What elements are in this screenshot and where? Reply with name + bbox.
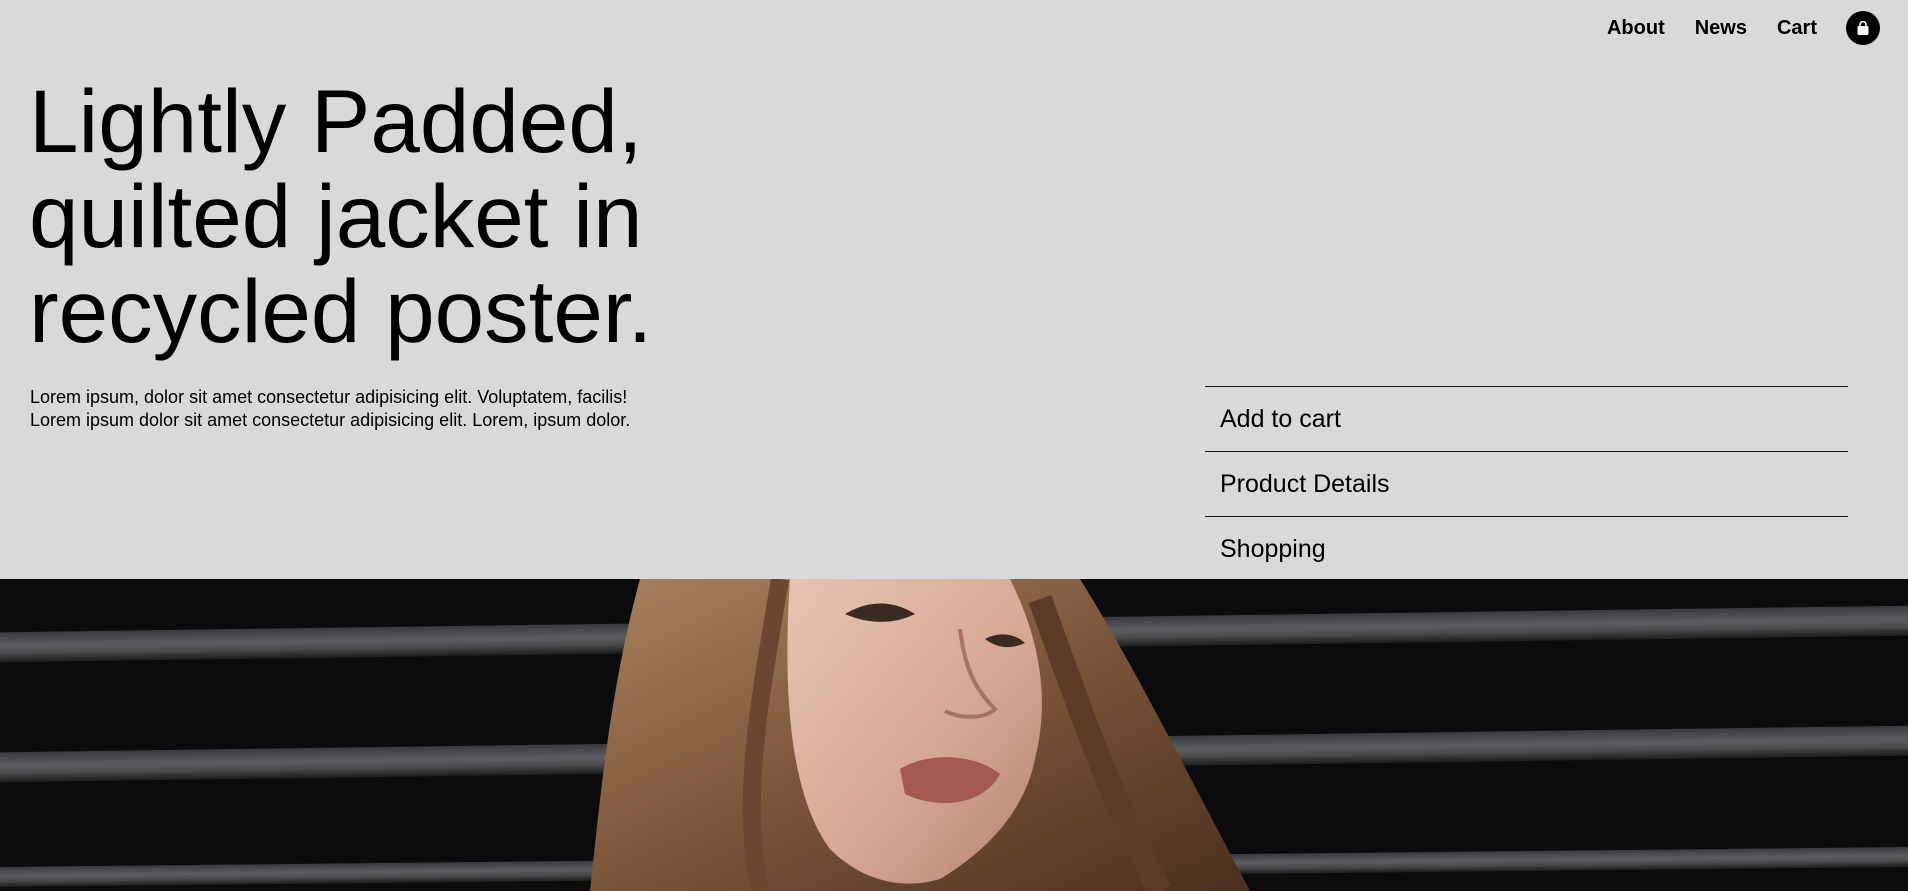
product-details-label: Product Details: [1220, 469, 1390, 498]
portrait-figure: [590, 579, 1250, 891]
shopping-bag-icon: [1857, 20, 1869, 35]
model-portrait-image: [0, 579, 1908, 891]
add-to-cart-label: Add to cart: [1220, 404, 1341, 433]
shopping-label: Shopping: [1220, 534, 1326, 563]
nav-link-about[interactable]: About: [1607, 17, 1665, 40]
headline-line: recycled poster.: [29, 261, 653, 361]
add-to-cart-button[interactable]: Add to cart: [1205, 386, 1848, 451]
nav-link-cart[interactable]: Cart: [1777, 17, 1817, 40]
product-page: About News Cart Lightly Padded, quilted …: [0, 0, 1908, 891]
top-nav: About News Cart: [1607, 10, 1880, 46]
shopping-item[interactable]: Shopping: [1205, 516, 1848, 581]
product-details-item[interactable]: Product Details: [1205, 451, 1848, 516]
intro-paragraph: Lorem ipsum, dolor sit amet consectetur …: [30, 387, 631, 430]
page-title: Lightly Padded, quilted jacket in recycl…: [29, 74, 789, 359]
headline-line: quilted jacket in: [29, 166, 643, 266]
nav-link-news[interactable]: News: [1695, 17, 1747, 40]
cart-bag-button[interactable]: [1846, 11, 1880, 45]
hero-section: About News Cart Lightly Padded, quilted …: [0, 0, 1908, 579]
product-actions-list: Add to cart Product Details Shopping: [1205, 386, 1848, 581]
headline-line: Lightly Padded,: [29, 71, 643, 171]
